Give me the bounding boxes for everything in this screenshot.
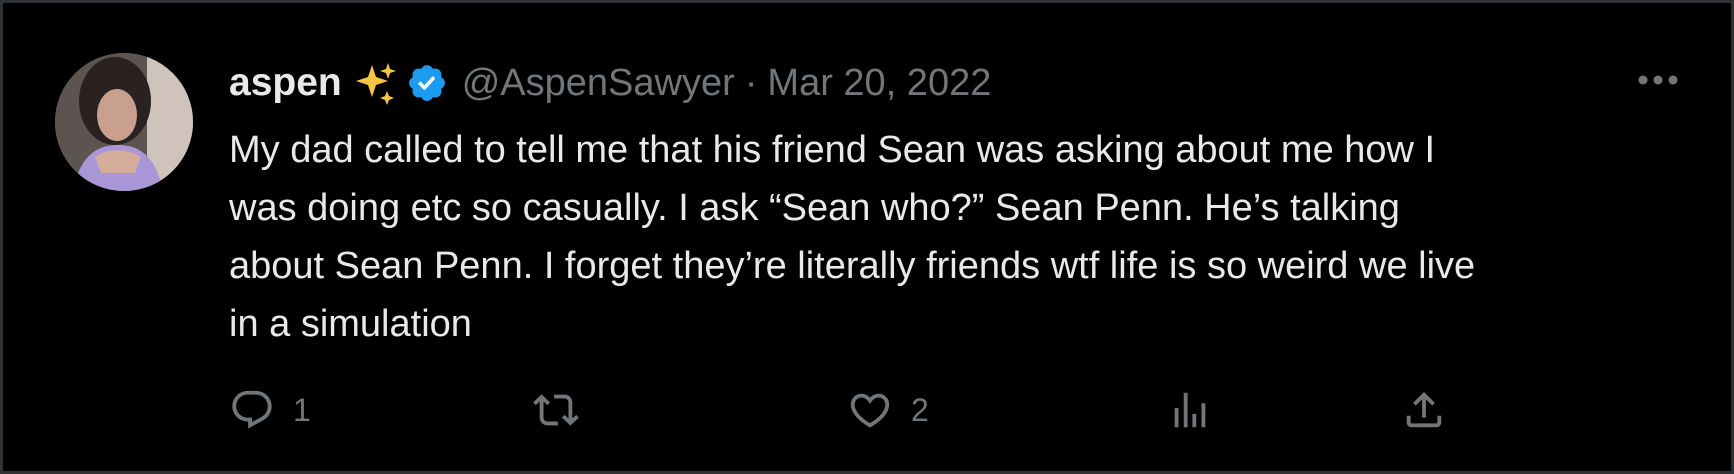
share-button[interactable] (1401, 385, 1447, 435)
reply-icon (232, 390, 272, 429)
avatar[interactable] (55, 53, 193, 191)
separator-dot: · (744, 61, 758, 104)
reply-button[interactable]: 1 (229, 385, 311, 435)
action-bar: 1 2 (229, 385, 1469, 435)
like-count: 2 (911, 391, 929, 428)
views-icon (1174, 392, 1206, 428)
tweet-date[interactable]: Mar 20, 2022 (767, 62, 991, 105)
retweet-icon (533, 394, 579, 426)
reply-count: 1 (293, 391, 311, 428)
heart-icon (850, 393, 890, 428)
tweet-header: aspen @AspenSawyer · Mar 20, 2022 (229, 55, 991, 111)
tweet-text: My dad called to tell me that his friend… (229, 129, 1476, 345)
more-icon (1638, 75, 1678, 85)
sparkles-icon (354, 61, 398, 105)
views-button[interactable] (1167, 385, 1231, 435)
author-name[interactable]: aspen (229, 61, 342, 105)
verified-badge-icon[interactable] (406, 62, 448, 104)
tweet-card[interactable]: aspen @AspenSawyer · Mar 20, 2022 My dad… (0, 0, 1734, 474)
more-button[interactable] (1633, 65, 1683, 95)
share-icon (1406, 391, 1442, 428)
retweet-button[interactable] (533, 385, 597, 435)
like-button[interactable]: 2 (847, 385, 929, 435)
avatar-image (55, 53, 193, 191)
author-handle[interactable]: @AspenSawyer (462, 62, 735, 105)
